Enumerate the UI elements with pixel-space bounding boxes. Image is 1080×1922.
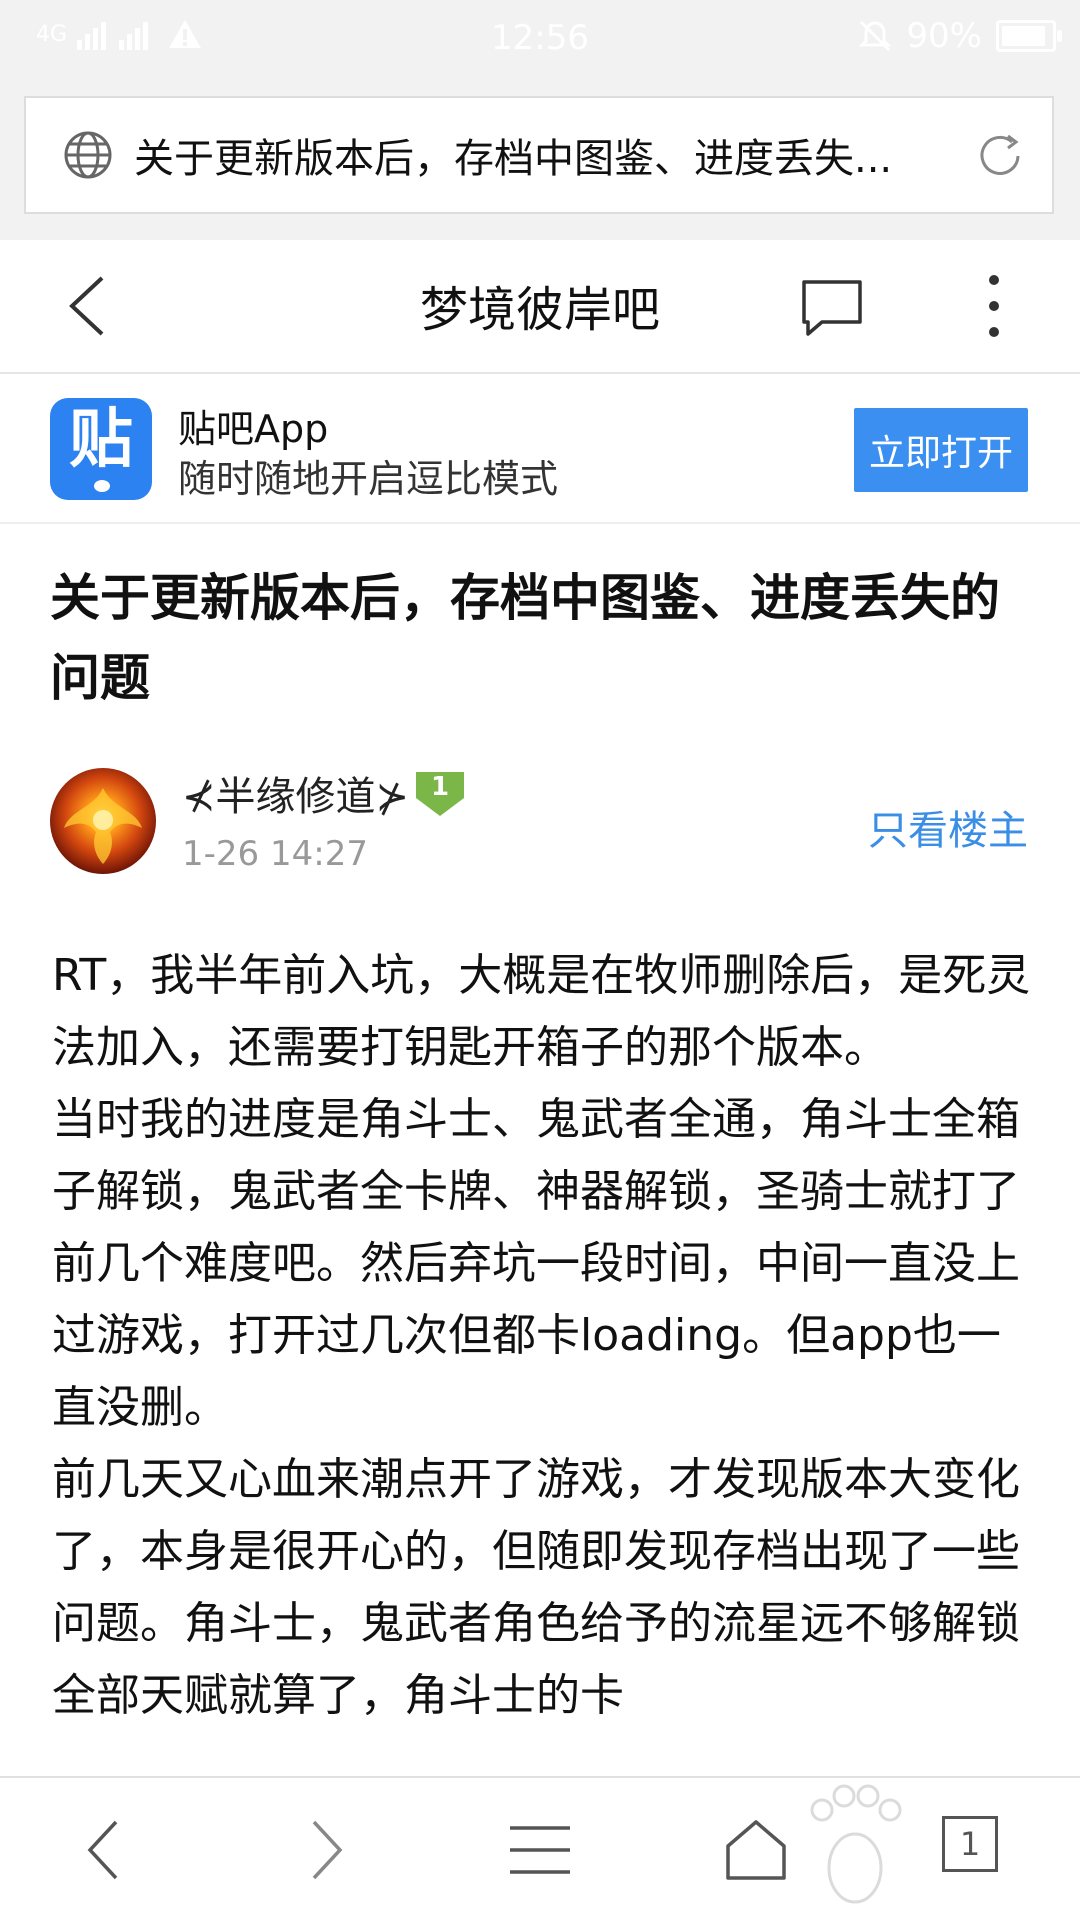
battery-icon	[996, 20, 1062, 52]
post-paragraph: RT，我半年前入坑，大概是在牧师删除后，是死灵法加入，还需要打钥匙开箱子的那个版…	[52, 950, 1031, 1073]
status-right: 90%	[858, 16, 1062, 56]
menu-icon[interactable]	[506, 1816, 574, 1884]
tab-count: 1	[959, 1825, 981, 1863]
more-vertical-icon[interactable]	[974, 272, 1014, 340]
level-number: 1	[430, 772, 450, 802]
open-app-button[interactable]: 立即打开	[854, 408, 1028, 492]
mute-icon	[858, 20, 893, 52]
phoenix-image	[64, 788, 142, 864]
browser-bottom-bar: 1	[0, 1776, 1080, 1922]
tieba-logo: 贴	[50, 398, 152, 500]
nav-bar: 梦境彼岸吧	[0, 240, 1080, 374]
forward-icon[interactable]	[290, 1816, 358, 1884]
author-name[interactable]: ⊀半缘修道⊁	[182, 764, 409, 822]
paw-watermark-icon	[810, 1784, 902, 1904]
tabs-icon[interactable]: 1	[942, 1816, 998, 1872]
app-name: 贴吧App	[178, 407, 329, 451]
paw-icon	[94, 480, 110, 492]
address-bar[interactable]: 关于更新版本后，存档中图鉴、进度丢失...	[24, 96, 1054, 214]
url-area: 关于更新版本后，存档中图鉴、进度丢失...	[0, 78, 1080, 240]
forum-title: 梦境彼岸吧	[419, 282, 660, 338]
post-paragraph: 前几天又心血来潮点开了游戏，才发现版本大变化了，本身是很开心的，但随即发现存档出…	[52, 1454, 1020, 1721]
avatar[interactable]	[50, 768, 156, 874]
status-bar: 4G 12:56 90%	[0, 0, 1080, 78]
battery-percent: 90%	[906, 16, 982, 56]
post-paragraph: 当时我的进度是角斗士、鬼武者全通，角斗士全箱子解锁，鬼武者全卡牌、神器解锁，圣骑…	[52, 1094, 1020, 1433]
level-badge: 1	[412, 768, 468, 820]
post-body: RT，我半年前入坑，大概是在牧师删除后，是死灵法加入，还需要打钥匙开箱子的那个版…	[52, 940, 1032, 1775]
app-banner: 贴 贴吧App 随时随地开启逗比模式 立即打开	[0, 374, 1080, 524]
battery-fill	[1002, 26, 1045, 46]
logo-text: 贴	[69, 403, 133, 477]
reload-icon[interactable]	[972, 128, 1028, 184]
back-icon[interactable]	[72, 1816, 140, 1884]
app-tagline: 随时随地开启逗比模式	[178, 457, 559, 501]
post-time: 1-26 14:27	[182, 834, 368, 874]
comment-icon[interactable]	[800, 278, 864, 338]
only-op-link[interactable]: 只看楼主	[868, 798, 1028, 856]
url-text[interactable]: 关于更新版本后，存档中图鉴、进度丢失...	[134, 126, 924, 184]
post-title: 关于更新版本后，存档中图鉴、进度丢失的问题	[50, 569, 1000, 707]
globe-icon	[64, 131, 112, 179]
home-icon[interactable]	[722, 1816, 790, 1884]
